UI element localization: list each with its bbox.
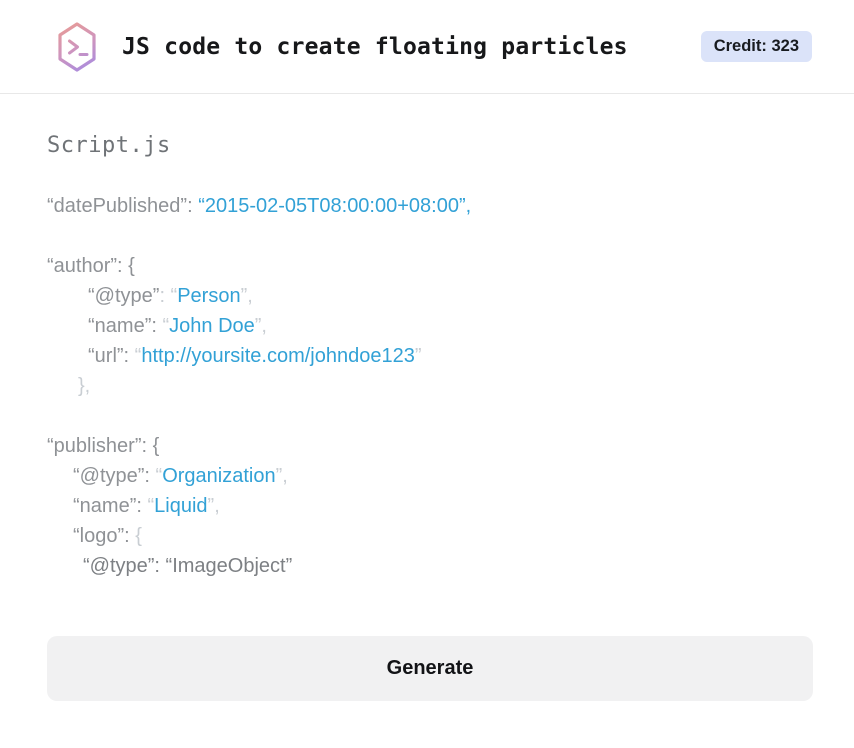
code-line: “author”: {: [47, 251, 810, 281]
code-line: “logo”: {: [47, 521, 810, 551]
code-segment-key: “@type”: [88, 285, 160, 307]
code-segment-punct: : “: [159, 285, 178, 307]
code-segment-key: “url”:: [88, 345, 135, 367]
credit-badge: Credit: 323: [700, 31, 812, 62]
code-segment-value: Organization: [162, 465, 276, 487]
file-title: Script.js: [47, 133, 171, 158]
code-line: “name”: “John Doe”,: [47, 311, 810, 341]
code-line: “name”: “Liquid”,: [47, 491, 810, 521]
code-segment-key: “name”:: [73, 495, 148, 517]
code-line: “@type”: “Person”,: [47, 281, 810, 311]
code-line: “datePublished”: “2015-02-05T08:00:00+08…: [47, 191, 810, 221]
code-line: “@type”: “Organization”,: [47, 461, 810, 491]
code-line: “publisher”: {: [47, 431, 810, 461]
code-segment-key: “datePublished”:: [47, 195, 199, 217]
code-segment-punct: {: [135, 525, 142, 547]
code-segment-punct: },: [78, 375, 91, 397]
code-segment-punct: ”,: [275, 465, 288, 487]
code-segment-punct: ”: [414, 345, 422, 367]
code-segment-key: “@type”:: [73, 465, 156, 487]
main-content: Script.js “datePublished”: “2015-02-05T0…: [0, 94, 854, 701]
code-line: },: [47, 371, 810, 401]
page-title: JS code to create floating particles: [122, 33, 628, 60]
app-window: JS code to create floating particles Cre…: [0, 0, 854, 748]
code-segment-key: “logo”:: [73, 525, 136, 547]
code-block: “datePublished”: “2015-02-05T08:00:00+08…: [47, 191, 810, 581]
code-segment-key: “author”: {: [47, 255, 135, 277]
code-segment-plain: “@type”: “ImageObject”: [83, 555, 293, 577]
code-segment-value: Person: [177, 285, 241, 307]
generate-button[interactable]: Generate: [47, 636, 813, 701]
code-segment-value: “2015-02-05T08:00:00+08:00”,: [198, 195, 472, 217]
code-segment-value: http://yoursite.com/johndoe123: [141, 345, 415, 367]
code-segment-value: Liquid: [154, 495, 208, 517]
code-segment-value: John Doe: [169, 315, 255, 337]
code-line: “@type”: “ImageObject”: [47, 551, 810, 581]
code-line: “url”: “http://yoursite.com/johndoe123”: [47, 341, 810, 371]
code-segment-punct: ”,: [240, 285, 253, 307]
terminal-prompt-hexagon-icon: [58, 21, 96, 72]
code-segment-key: “name”:: [88, 315, 163, 337]
code-segment-punct: ”,: [254, 315, 267, 337]
code-segment-punct: ”,: [207, 495, 220, 517]
header: JS code to create floating particles Cre…: [0, 0, 854, 94]
code-segment-key: “publisher”: {: [47, 435, 160, 457]
